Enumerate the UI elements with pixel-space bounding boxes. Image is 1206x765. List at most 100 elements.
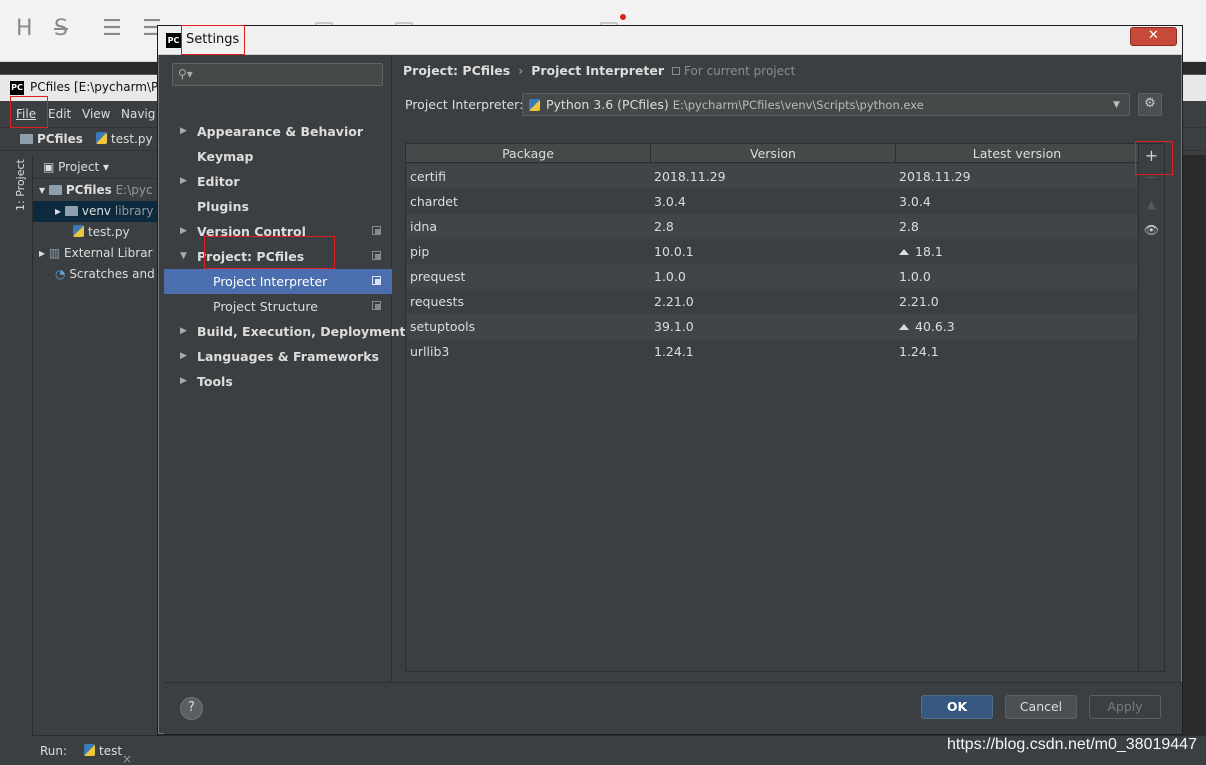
table-row[interactable]: requests 2.21.0 2.21.0 (406, 289, 1138, 314)
chevron-right-icon[interactable]: ▶ (180, 126, 187, 136)
cell-version: 2.8 (654, 219, 674, 234)
nav-item-editor[interactable]: ▶ Editor (164, 169, 392, 194)
cancel-button[interactable]: Cancel (1005, 695, 1077, 719)
interpreter-select[interactable]: Python 3.6 (PCfiles) E:\pycharm\PCfiles\… (522, 93, 1130, 116)
cell-text: requests (410, 294, 465, 309)
settings-nav-pane: ⚲▾ ▶ Appearance & Behavior Keymap ▶ Editor Pl… (164, 55, 405, 682)
project-tool-window: ▣ Project ▾ ▾ PCfiles E:\pyc ▸ venv libr… (32, 155, 163, 735)
nav-item-tools[interactable]: ▶ Tools (164, 369, 392, 394)
folder-icon (64, 206, 78, 216)
chevron-down-icon[interactable]: ▼ (180, 251, 187, 261)
nav-item-project-structure[interactable]: Project Structure (164, 294, 392, 319)
table-row[interactable]: idna 2.8 2.8 (406, 214, 1138, 239)
nav-item-label: Plugins (197, 199, 249, 214)
cell-text: 40.6.3 (915, 319, 955, 334)
column-header-package[interactable]: Package (406, 146, 650, 161)
chevron-right-icon[interactable]: ▶ (180, 376, 187, 386)
table-row[interactable]: chardet 3.0.4 3.0.4 (406, 189, 1138, 214)
cell-version: 1.0.0 (654, 269, 686, 284)
nav-item-plugins[interactable]: Plugins (164, 194, 392, 219)
close-button[interactable]: ✕ (1130, 27, 1177, 46)
watermark-text: https://blog.csdn.net/m0_38019447 (947, 736, 1197, 753)
cell-text: 2.21.0 (899, 294, 939, 309)
project-tool-header[interactable]: ▣ Project ▾ (33, 155, 163, 179)
interpreter-settings-button[interactable]: ⚙ (1138, 93, 1162, 116)
heading-icon[interactable]: H (16, 16, 33, 41)
apply-button[interactable]: Apply (1089, 695, 1161, 719)
dialog-footer: ? OK Cancel Apply (164, 682, 1182, 734)
pycharm-logo-icon: PC (166, 33, 181, 48)
table-row[interactable]: prequest 1.0.0 1.0.0 (406, 264, 1138, 289)
chevron-right-icon[interactable]: ▶ (180, 226, 187, 236)
run-label: Run: (40, 744, 68, 758)
breadcrumb-separator: › (518, 63, 524, 78)
table-row[interactable]: urllib3 1.24.1 1.24.1 (406, 339, 1138, 364)
folder-icon (20, 134, 33, 144)
table-row[interactable]: pip 10.0.1 18.1 (406, 239, 1138, 264)
settings-content-pane: Project: PCfiles › Project Interpreter For… (392, 55, 1182, 682)
cell-text: 2.8 (899, 219, 919, 234)
tree-item-scratches[interactable]: ◔ Scratches and (33, 264, 163, 285)
main-window-title: PCfiles [E:\pycharm\PC (30, 80, 167, 94)
show-early-releases-button[interactable]: 👁 (1139, 223, 1164, 237)
cell-latest: 1.0.0 (899, 269, 931, 284)
cell-text: 39.1.0 (654, 319, 694, 334)
table-row[interactable]: certifi 2018.11.29 2018.11.29 (406, 164, 1138, 189)
nav-item-build-execution-deployment[interactable]: ▶ Build, Execution, Deployment (164, 319, 405, 344)
menu-view[interactable]: View (82, 107, 110, 121)
column-header-version[interactable]: Version (651, 146, 895, 161)
help-button[interactable]: ? (180, 697, 203, 720)
cell-text: 3.0.4 (654, 194, 686, 209)
project-side-tab[interactable]: 1: Project (12, 159, 32, 231)
chevron-right-icon[interactable]: ▶ (180, 326, 187, 336)
cell-latest: 18.1 (899, 244, 943, 259)
pycharm-logo-icon: PC (10, 81, 24, 95)
python-file-icon (73, 225, 84, 237)
tree-item-pcfiles[interactable]: ▾ PCfiles E:\pyc (33, 180, 163, 201)
menu-navigate[interactable]: Navig (121, 107, 155, 121)
nav-item-appearance-behavior[interactable]: ▶ Appearance & Behavior (164, 119, 392, 144)
interpreter-value: Python 3.6 (PCfiles) (546, 97, 669, 112)
menu-edit[interactable]: Edit (48, 107, 71, 121)
cell-text: 1.0.0 (654, 269, 686, 284)
table-row[interactable]: setuptools 39.1.0 40.6.3 (406, 314, 1138, 339)
cell-package: chardet (410, 194, 458, 209)
list-icon[interactable]: ☰ (102, 16, 122, 41)
tree-item-venv[interactable]: ▸ venv library (33, 201, 163, 222)
tree-item-external-libraries[interactable]: ▸ ▥ External Librar (33, 243, 163, 264)
nav-item-label: Build, Execution, Deployment (197, 324, 406, 339)
project-scope-icon (372, 251, 381, 260)
nav-item-languages-frameworks[interactable]: ▶ Languages & Frameworks (164, 344, 392, 369)
nav-item-keymap[interactable]: Keymap (164, 144, 392, 169)
tree-item-test-py[interactable]: test.py (33, 222, 163, 243)
breadcrumb: Project: PCfiles › Project Interpreter (403, 63, 664, 78)
cell-version: 2018.11.29 (654, 169, 726, 184)
chevron-right-icon[interactable]: ▶ (180, 176, 187, 186)
run-tab-test[interactable]: test × (84, 744, 132, 765)
upgrade-package-button[interactable]: ▲ (1139, 198, 1164, 211)
cell-text: 2.21.0 (654, 294, 694, 309)
upgrade-available-icon (899, 249, 909, 255)
nav-item-label: Project Interpreter (213, 274, 328, 289)
chevron-right-icon[interactable]: ▶ (180, 351, 187, 361)
cell-text: 2018.11.29 (654, 169, 726, 184)
nav-project[interactable]: PCfiles (20, 132, 83, 146)
project-scope-icon (372, 276, 381, 285)
project-scope-icon (372, 226, 381, 235)
close-icon[interactable]: × (122, 752, 132, 765)
cell-text: 1.24.1 (654, 344, 694, 359)
strikethrough-icon[interactable]: S (54, 16, 68, 41)
nav-file[interactable]: test.py (96, 132, 153, 146)
column-header-latest-version[interactable]: Latest version (896, 146, 1138, 161)
annotation-add-package (1135, 141, 1173, 175)
annotation-project-interpreter (204, 236, 335, 269)
ok-button[interactable]: OK (921, 695, 993, 719)
project-scope-icon (672, 67, 680, 75)
breadcrumb-parent: Project: PCfiles (403, 63, 511, 78)
cell-text: pip (410, 244, 430, 259)
nav-item-project-interpreter[interactable]: Project Interpreter (164, 269, 392, 294)
settings-dialog: PC Settings ✕ ⚲▾ ▶ Appearance & Behavior K… (157, 25, 1183, 735)
settings-search-input[interactable]: ⚲▾ (172, 63, 383, 86)
project-view-selector[interactable]: ▣ Project ▾ (43, 160, 109, 174)
breadcrumb-current: Project Interpreter (531, 63, 665, 78)
